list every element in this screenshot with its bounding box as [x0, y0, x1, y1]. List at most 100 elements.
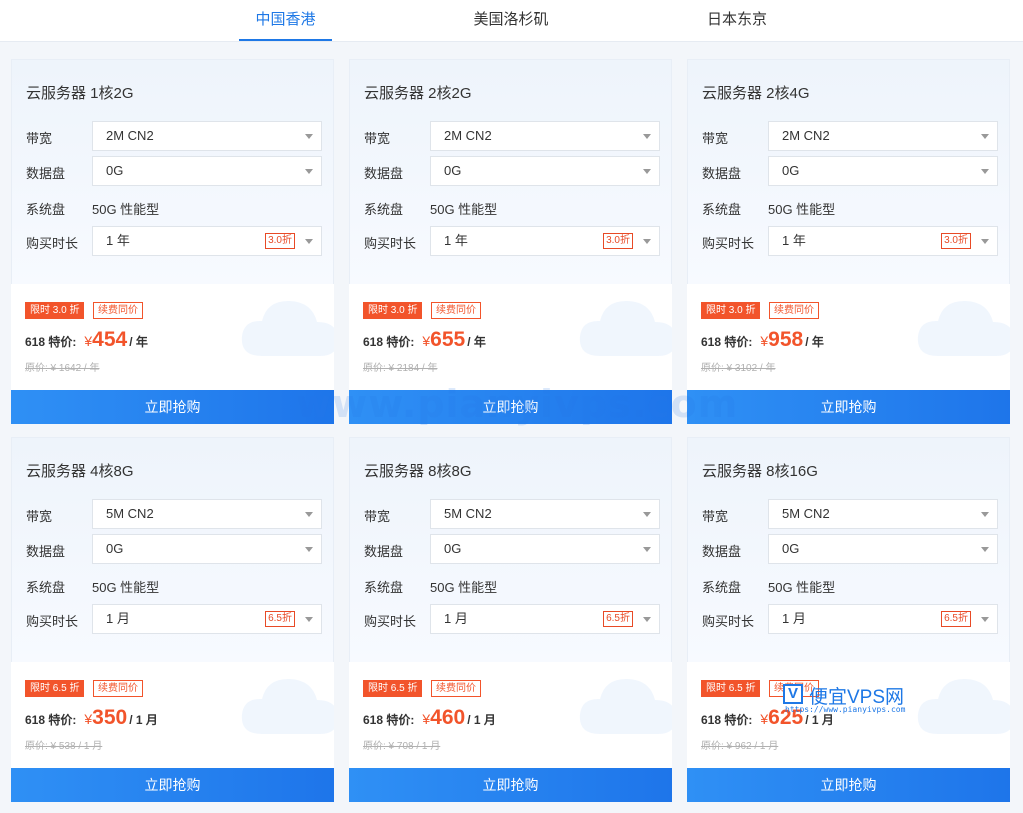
- data-disk-value: 0G: [106, 163, 124, 178]
- duration-value: 1 月: [444, 611, 468, 626]
- system-disk-label: 系统盘: [364, 580, 404, 595]
- plan-title: 云服务器 1核2G: [26, 85, 134, 102]
- price-line: 618 特价: ¥625/ 1 月: [701, 706, 834, 732]
- data-disk-label: 数据盘: [26, 166, 66, 181]
- duration-label: 购买时长: [702, 614, 755, 629]
- original-price: 原价: ¥ 708 / 1 月: [363, 741, 441, 752]
- buy-now-button[interactable]: 立即抢购: [349, 768, 672, 802]
- system-disk-value: 50G 性能型: [92, 580, 160, 595]
- duration-select[interactable]: 1 年 3.0折: [430, 226, 660, 256]
- chevron-down-icon: [643, 134, 651, 139]
- price-line: 618 特价: ¥350/ 1 月: [25, 706, 158, 732]
- data-disk-select[interactable]: 0G: [768, 156, 998, 186]
- tab-los-angeles[interactable]: 美国洛杉矶: [462, 0, 560, 41]
- data-disk-label: 数据盘: [26, 544, 66, 559]
- price-value: 655: [430, 328, 466, 351]
- chevron-down-icon: [305, 617, 313, 622]
- discount-tag: 3.0折: [603, 233, 633, 249]
- bandwidth-label: 带宽: [26, 131, 53, 146]
- duration-label: 购买时长: [364, 236, 417, 251]
- bandwidth-select[interactable]: 2M CN2: [430, 121, 660, 151]
- chevron-down-icon: [981, 617, 989, 622]
- plan-config-panel: 云服务器 8核8G 带宽 5M CN2 数据盘 0G 系统盘 50G 性能型 购买时长 1 月 6…: [349, 437, 672, 662]
- system-disk-value: 50G 性能型: [92, 202, 160, 217]
- bandwidth-label: 带宽: [702, 131, 729, 146]
- duration-value: 1 月: [106, 611, 130, 626]
- duration-select[interactable]: 1 年 3.0折: [92, 226, 322, 256]
- plan-config-panel: 云服务器 2核2G 带宽 2M CN2 数据盘 0G 系统盘 50G 性能型 购买时长 1 年 3…: [349, 59, 672, 284]
- data-disk-select[interactable]: 0G: [768, 534, 998, 564]
- special-price-label: 618 特价:: [25, 713, 77, 727]
- discount-tag: 3.0折: [941, 233, 971, 249]
- plan-price-panel: 限时 3.0 折续费同价 618 特价: ¥655/ 年原价: ¥ 2184 / 年: [349, 284, 672, 390]
- buy-now-button[interactable]: 立即抢购: [687, 768, 1010, 802]
- bandwidth-select[interactable]: 2M CN2: [92, 121, 322, 151]
- price-value: 454: [92, 328, 128, 351]
- bandwidth-value: 5M CN2: [444, 506, 492, 521]
- plan-title: 云服务器 8核8G: [364, 463, 472, 480]
- cloud-icon: [910, 290, 1010, 370]
- chevron-down-icon: [305, 512, 313, 517]
- plan-title: 云服务器 8核16G: [702, 463, 818, 480]
- chevron-down-icon: [643, 169, 651, 174]
- plan-price-panel: 限时 3.0 折续费同价 618 特价: ¥958/ 年原价: ¥ 3102 / 年: [687, 284, 1010, 390]
- chevron-down-icon: [981, 239, 989, 244]
- bandwidth-select[interactable]: 5M CN2: [768, 499, 998, 529]
- duration-select[interactable]: 1 月 6.5折: [430, 604, 660, 634]
- original-price: 原价: ¥ 538 / 1 月: [25, 741, 103, 752]
- price-unit: / 1 月: [805, 713, 834, 727]
- duration-label: 购买时长: [702, 236, 755, 251]
- duration-select[interactable]: 1 年 3.0折: [768, 226, 998, 256]
- data-disk-value: 0G: [444, 163, 462, 178]
- duration-select[interactable]: 1 月 6.5折: [768, 604, 998, 634]
- data-disk-label: 数据盘: [702, 166, 742, 181]
- duration-value: 1 年: [106, 233, 130, 248]
- region-tab-bar: 中国香港 美国洛杉矶 日本东京: [0, 0, 1023, 42]
- tab-hongkong[interactable]: 中国香港: [239, 0, 332, 41]
- bandwidth-select[interactable]: 5M CN2: [92, 499, 322, 529]
- chevron-down-icon: [643, 239, 651, 244]
- special-price-label: 618 特价:: [25, 335, 77, 349]
- chevron-down-icon: [981, 512, 989, 517]
- bandwidth-label: 带宽: [364, 509, 391, 524]
- renew-same-price-badge: 续费同价: [93, 680, 143, 697]
- price-unit: / 1 月: [467, 713, 496, 727]
- data-disk-value: 0G: [782, 163, 800, 178]
- limited-discount-badge: 限时 6.5 折: [701, 680, 761, 697]
- duration-label: 购买时长: [364, 614, 417, 629]
- plan-title: 云服务器 4核8G: [26, 463, 134, 480]
- buy-now-button[interactable]: 立即抢购: [349, 390, 672, 424]
- original-price: 原价: ¥ 1642 / 年: [25, 363, 100, 374]
- bandwidth-value: 2M CN2: [106, 128, 154, 143]
- system-disk-value: 50G 性能型: [768, 580, 836, 595]
- data-disk-select[interactable]: 0G: [92, 534, 322, 564]
- bandwidth-value: 2M CN2: [444, 128, 492, 143]
- duration-select[interactable]: 1 月 6.5折: [92, 604, 322, 634]
- buy-now-button[interactable]: 立即抢购: [11, 768, 334, 802]
- bandwidth-select[interactable]: 5M CN2: [430, 499, 660, 529]
- tab-tokyo[interactable]: 日本东京: [694, 0, 780, 41]
- bandwidth-label: 带宽: [702, 509, 729, 524]
- buy-now-button[interactable]: 立即抢购: [687, 390, 1010, 424]
- bandwidth-select[interactable]: 2M CN2: [768, 121, 998, 151]
- plan-config-panel: 云服务器 8核16G 带宽 5M CN2 数据盘 0G 系统盘 50G 性能型 购买时长 1 月…: [687, 437, 1010, 662]
- data-disk-select[interactable]: 0G: [92, 156, 322, 186]
- plan-config-panel: 云服务器 4核8G 带宽 5M CN2 数据盘 0G 系统盘 50G 性能型 购买时长 1 月 6…: [11, 437, 334, 662]
- data-disk-select[interactable]: 0G: [430, 156, 660, 186]
- system-disk-value: 50G 性能型: [430, 580, 498, 595]
- buy-now-button[interactable]: 立即抢购: [11, 390, 334, 424]
- special-price-label: 618 特价:: [701, 335, 753, 349]
- plan-card: 云服务器 2核4G 带宽 2M CN2 数据盘 0G 系统盘 50G 性能型 购买时长 1 年 3…: [687, 59, 1010, 424]
- plan-card: 云服务器 8核8G 带宽 5M CN2 数据盘 0G 系统盘 50G 性能型 购买时长 1 月 6…: [349, 437, 672, 802]
- system-disk-value: 50G 性能型: [430, 202, 498, 217]
- duration-label: 购买时长: [26, 614, 79, 629]
- discount-tag: 6.5折: [603, 611, 633, 627]
- data-disk-value: 0G: [444, 541, 462, 556]
- plan-price-panel: 限时 6.5 折续费同价 618 特价: ¥350/ 1 月原价: ¥ 538 / …: [11, 662, 334, 768]
- chevron-down-icon: [305, 169, 313, 174]
- plan-price-panel: 限时 6.5 折续费同价 618 特价: ¥460/ 1 月原价: ¥ 708 / …: [349, 662, 672, 768]
- data-disk-select[interactable]: 0G: [430, 534, 660, 564]
- chevron-down-icon: [643, 547, 651, 552]
- limited-discount-badge: 限时 6.5 折: [363, 680, 423, 697]
- limited-discount-badge: 限时 6.5 折: [25, 680, 85, 697]
